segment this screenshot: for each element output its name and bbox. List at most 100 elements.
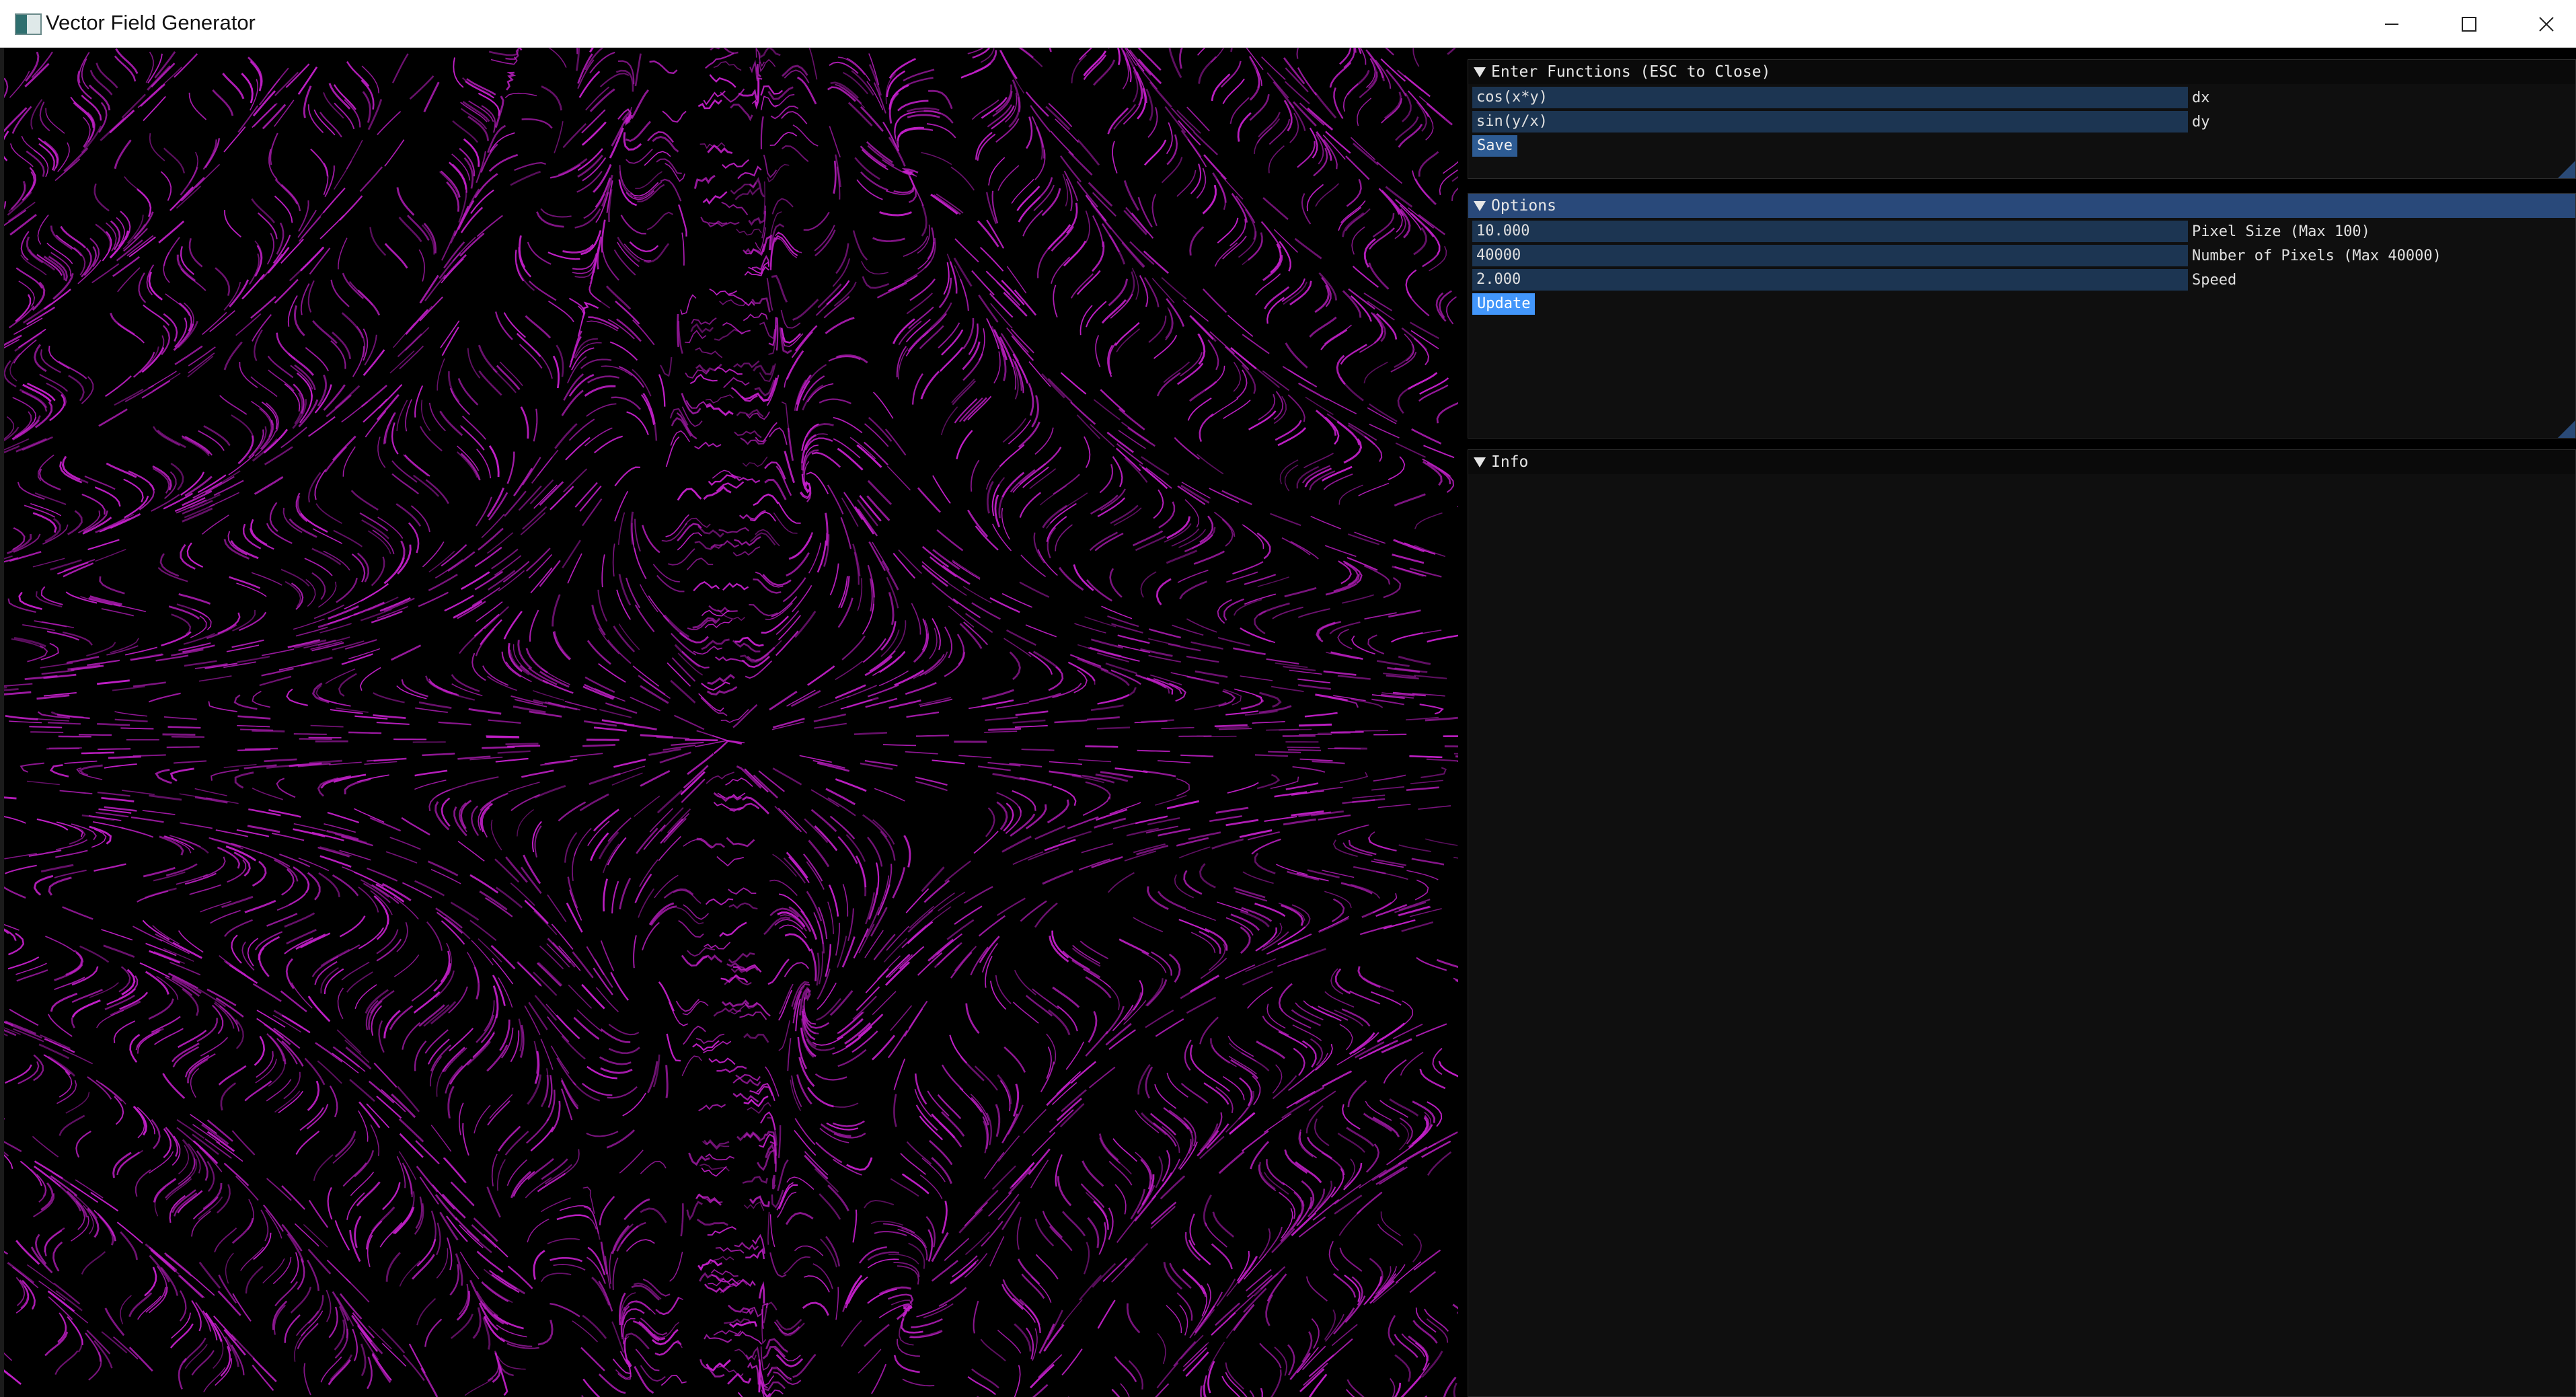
field-streak: [120, 1295, 132, 1324]
field-streak: [597, 589, 608, 622]
field-streak: [4, 864, 37, 874]
field-streak: [1247, 986, 1273, 1009]
field-streak: [371, 1353, 392, 1382]
field-streak: [1210, 398, 1239, 418]
field-streak: [1178, 735, 1212, 737]
minimize-button[interactable]: [2353, 0, 2430, 48]
save-button[interactable]: Save: [1472, 135, 1517, 157]
field-streak: [1035, 1254, 1059, 1280]
field-streak: [81, 814, 115, 821]
field-streak: [59, 1071, 73, 1098]
num-pixels-input[interactable]: 40000: [1472, 245, 2188, 266]
field-streak: [979, 328, 985, 361]
field-streak: [1221, 1375, 1241, 1397]
options-window-header[interactable]: Options: [1468, 194, 2575, 218]
field-streak: [681, 232, 685, 266]
field-streak: [1240, 627, 1271, 642]
pixel-size-input[interactable]: 10.000: [1472, 221, 2188, 242]
field-streak: [728, 887, 757, 895]
collapse-arrow-icon[interactable]: [1474, 457, 1486, 467]
collapse-arrow-icon[interactable]: [1474, 200, 1486, 211]
field-streak: [307, 471, 321, 502]
field-streak: [846, 1157, 873, 1171]
field-streak: [1025, 624, 1057, 638]
field-streak: [1214, 242, 1238, 267]
field-streak: [1416, 956, 1447, 971]
field-streak: [93, 863, 126, 872]
field-streak: [1145, 1066, 1153, 1099]
field-streak: [825, 788, 856, 806]
num-pixels-row: 40000 Number of Pixels (Max 40000): [1472, 245, 2441, 266]
dx-input[interactable]: cos(x*y): [1472, 87, 2188, 108]
field-streak: [758, 770, 785, 792]
vector-field-streaks: [4, 48, 1458, 1397]
field-streak: [1297, 141, 1316, 168]
resize-grip[interactable]: [2558, 161, 2575, 178]
field-streak: [595, 987, 619, 1012]
field-streak: [112, 685, 145, 691]
field-streak: [804, 1154, 829, 1180]
field-streak: [1229, 219, 1246, 247]
field-streak: [319, 215, 344, 239]
speed-input[interactable]: 2.000: [1472, 269, 2188, 291]
field-streak: [640, 1160, 667, 1174]
field-streak: [1413, 227, 1427, 256]
dy-input[interactable]: sin(y/x): [1472, 111, 2188, 133]
field-streak: [1093, 59, 1116, 86]
field-streak: [32, 1135, 59, 1158]
field-streak: [736, 765, 762, 789]
field-streak: [749, 532, 776, 545]
field-streak: [970, 459, 980, 492]
info-window-header[interactable]: Info: [1468, 450, 2575, 474]
update-button[interactable]: Update: [1472, 293, 1536, 315]
field-streak: [145, 887, 177, 899]
field-streak: [71, 1322, 83, 1353]
field-streak: [611, 880, 619, 914]
field-streak: [1178, 919, 1210, 933]
field-streak: [341, 835, 373, 847]
maximize-button[interactable]: [2430, 0, 2507, 48]
resize-grip[interactable]: [2558, 420, 2575, 438]
collapse-arrow-icon[interactable]: [1474, 67, 1486, 77]
field-streak: [609, 127, 624, 159]
field-streak: [536, 211, 564, 228]
field-streak: [1429, 246, 1447, 272]
field-streak: [940, 1111, 965, 1137]
field-streak: [633, 935, 637, 969]
field-streak: [880, 831, 896, 861]
field-streak: [130, 816, 164, 823]
field-streak: [1215, 1302, 1240, 1326]
field-streak: [608, 1024, 640, 1036]
field-streak: [1016, 186, 1040, 211]
field-streak: [1452, 1304, 1458, 1310]
field-streak: [1065, 1041, 1085, 1070]
field-streak: [1042, 1211, 1063, 1238]
field-streak: [909, 278, 936, 301]
field-streak: [1105, 1006, 1125, 1035]
field-streak: [488, 153, 519, 172]
field-streak: [708, 474, 736, 486]
field-streak: [284, 912, 315, 928]
field-streak: [878, 670, 909, 687]
field-streak: [537, 449, 559, 477]
field-streak: [19, 388, 48, 409]
close-button[interactable]: [2507, 0, 2576, 48]
field-streak: [1166, 1305, 1182, 1333]
field-streak: [872, 991, 897, 1016]
field-streak: [660, 356, 673, 377]
vector-field-canvas[interactable]: [4, 48, 1458, 1397]
field-streak: [142, 919, 170, 940]
field-streak: [1242, 1130, 1269, 1152]
functions-window-header[interactable]: Enter Functions (ESC to Close): [1468, 60, 2575, 84]
field-streak: [1408, 1363, 1430, 1390]
field-streak: [22, 624, 55, 632]
field-streak: [767, 958, 790, 985]
field-streak: [476, 215, 503, 237]
field-streak: [309, 759, 342, 764]
field-streak: [1034, 1218, 1055, 1247]
field-streak: [486, 532, 514, 554]
field-streak: [4, 1250, 9, 1255]
field-streak: [927, 938, 954, 962]
field-streak: [768, 427, 788, 445]
field-streak: [599, 73, 630, 87]
